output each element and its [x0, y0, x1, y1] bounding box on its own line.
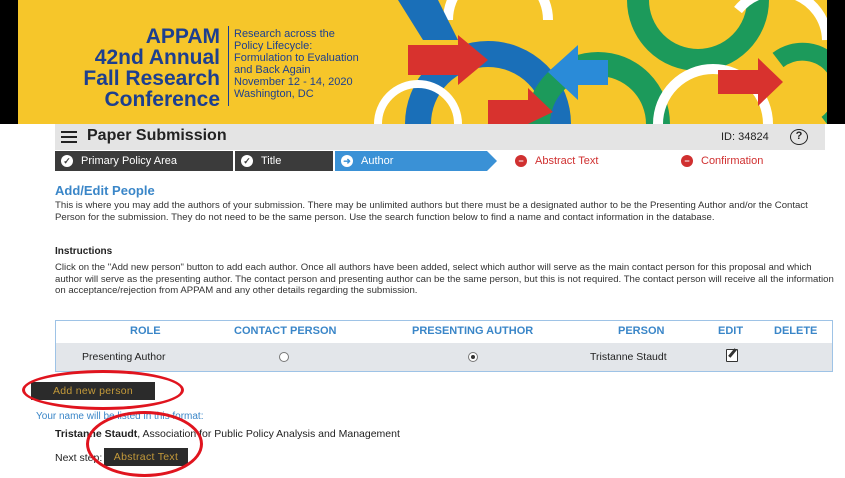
conference-title-line-2: Fall Research — [83, 67, 220, 90]
page-header: Paper Submission ID: 34824 ? — [55, 124, 825, 150]
annotation-circle-next-step — [86, 411, 203, 477]
check-icon: ✓ — [241, 155, 253, 167]
help-icon[interactable]: ? — [790, 129, 808, 145]
step-author[interactable]: ➜ Author — [335, 151, 487, 171]
column-header-contact-person: CONTACT PERSON — [234, 325, 337, 337]
banner-divider — [228, 26, 229, 106]
conference-title-line-3: Conference — [104, 88, 220, 111]
section-title: Add/Edit People — [55, 183, 155, 198]
subtitle-line: November 12 - 14, 2020 — [234, 76, 353, 88]
minus-icon: − — [681, 155, 693, 167]
subtitle-line: Research across the — [234, 28, 335, 40]
column-header-edit: EDIT — [718, 325, 744, 337]
table-header: ROLE CONTACT PERSON PRESENTING AUTHOR PE… — [56, 321, 832, 341]
instructions-heading: Instructions — [55, 246, 113, 257]
page-title: Paper Submission — [87, 127, 227, 144]
step-label: Author — [361, 155, 394, 167]
step-title[interactable]: ✓ Title — [235, 151, 333, 171]
conference-org: APPAM — [145, 25, 220, 48]
conference-title: APPAM 42nd Annual Fall Research Conferen… — [80, 26, 220, 110]
column-header-role: ROLE — [130, 325, 161, 337]
step-primary-policy-area[interactable]: ✓ Primary Policy Area — [55, 151, 233, 171]
conference-title-line-1: 42nd Annual — [94, 46, 220, 69]
column-header-person: PERSON — [618, 325, 665, 337]
step-label: Primary Policy Area — [81, 155, 177, 167]
banner-graphic: APPAM 42nd Annual Fall Research Conferen… — [18, 0, 827, 124]
step-abstract-text[interactable]: − Abstract Text — [509, 151, 669, 171]
progress-steps: ✓ Primary Policy Area ✓ Title ➜ Author −… — [55, 151, 825, 171]
subtitle-line: Formulation to Evaluation — [234, 52, 359, 64]
conference-subtitle: Research across the Policy Lifecycle: Fo… — [234, 28, 384, 100]
intro-paragraph: This is where you may add the authors of… — [55, 200, 808, 223]
step-label: Confirmation — [701, 155, 764, 167]
cell-role: Presenting Author — [82, 351, 166, 363]
subtitle-line: Policy Lifecycle: — [234, 40, 313, 52]
table-row: Presenting Author Tristanne Staudt — [56, 343, 832, 371]
cell-person: Tristanne Staudt — [590, 351, 667, 363]
submission-id: ID: 34824 — [721, 131, 769, 143]
authors-table: ROLE CONTACT PERSON PRESENTING AUTHOR PE… — [55, 320, 833, 372]
step-label: Abstract Text — [535, 155, 599, 167]
subtitle-line: Washington, DC — [234, 88, 314, 100]
annotation-circle-add-person — [22, 370, 184, 410]
step-label: Title — [261, 155, 282, 167]
conference-banner: APPAM 42nd Annual Fall Research Conferen… — [0, 0, 845, 124]
instructions-paragraph: Click on the "Add new person" button to … — [55, 262, 834, 296]
current-step-arrow — [487, 151, 497, 171]
column-header-presenting-author: PRESENTING AUTHOR — [412, 325, 534, 337]
presenting-author-radio[interactable] — [468, 352, 478, 362]
contact-person-radio[interactable] — [279, 352, 289, 362]
step-confirmation[interactable]: − Confirmation — [675, 151, 825, 171]
subtitle-line: and Back Again — [234, 64, 311, 76]
hamburger-menu-icon[interactable] — [61, 131, 77, 143]
arrow-right-icon: ➜ — [341, 155, 353, 167]
edit-icon[interactable] — [726, 349, 738, 362]
column-header-delete: DELETE — [774, 325, 818, 337]
minus-icon: − — [515, 155, 527, 167]
check-icon: ✓ — [61, 155, 73, 167]
